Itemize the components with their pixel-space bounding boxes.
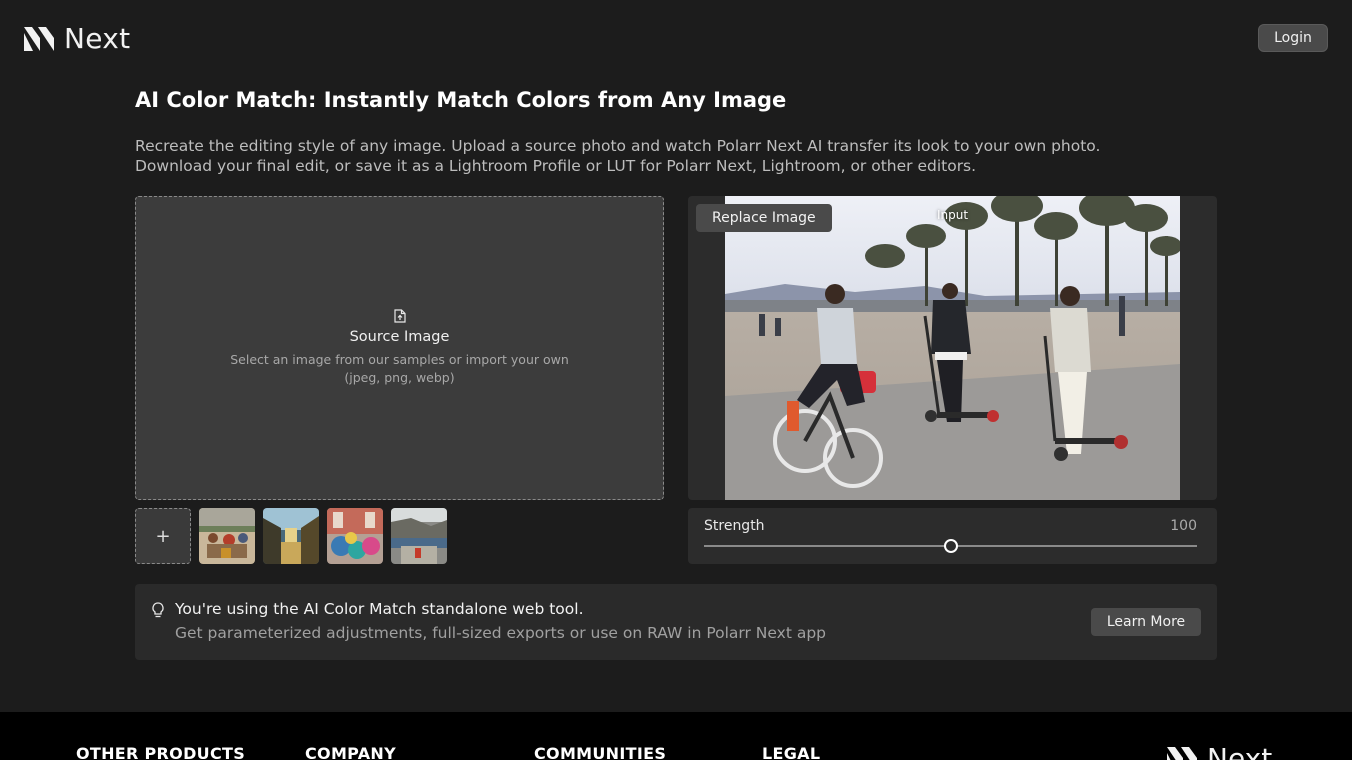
footer-heading-other-products: OTHER PRODUCTS bbox=[76, 744, 246, 760]
strength-slider-handle[interactable] bbox=[943, 539, 958, 553]
input-label: Input bbox=[937, 208, 969, 222]
strength-panel: Strength 100 bbox=[688, 508, 1217, 564]
replace-image-button[interactable]: Replace Image bbox=[696, 204, 832, 232]
preview-image bbox=[725, 196, 1180, 500]
footer-logo[interactable]: Next bbox=[1167, 742, 1272, 760]
next-logo-icon bbox=[24, 26, 54, 51]
info-title: You're using the AI Color Match standalo… bbox=[175, 600, 584, 618]
footer: OTHER PRODUCTS COMPANY COMMUNITIES LEGAL… bbox=[0, 712, 1352, 760]
learn-more-button[interactable]: Learn More bbox=[1091, 608, 1201, 636]
source-image-title: Source Image bbox=[349, 329, 450, 345]
file-upload-icon bbox=[393, 309, 406, 323]
lightbulb-icon bbox=[152, 602, 164, 618]
source-hint-line1: Select an image from our samples or impo… bbox=[230, 352, 569, 367]
login-button[interactable]: Login bbox=[1258, 24, 1328, 52]
add-source-button[interactable]: + bbox=[135, 508, 191, 564]
source-image-hint: Select an image from our samples or impo… bbox=[230, 351, 570, 387]
page-title: AI Color Match: Instantly Match Colors f… bbox=[135, 88, 787, 112]
sample-thumbnail-crowd[interactable] bbox=[199, 508, 255, 564]
footer-heading-legal: LEGAL bbox=[762, 744, 821, 760]
strength-label: Strength bbox=[704, 518, 765, 534]
logo[interactable]: Next bbox=[24, 22, 130, 55]
next-logo-icon bbox=[1167, 746, 1197, 760]
strength-value: 100 bbox=[1170, 518, 1197, 534]
source-image-dropzone[interactable]: Source Image Select an image from our sa… bbox=[135, 196, 664, 500]
sample-thumbnail-street[interactable] bbox=[263, 508, 319, 564]
logo-text: Next bbox=[64, 22, 131, 55]
info-banner: You're using the AI Color Match standalo… bbox=[135, 584, 1217, 660]
preview-panel: Replace Image Input bbox=[688, 196, 1217, 500]
page-description: Recreate the editing style of any image.… bbox=[135, 137, 1101, 175]
info-subtitle: Get parameterized adjustments, full-size… bbox=[175, 624, 827, 642]
sample-thumbnail-coast[interactable] bbox=[391, 508, 447, 564]
footer-logo-text: Next bbox=[1207, 742, 1273, 760]
footer-heading-company: COMPANY bbox=[305, 744, 396, 760]
sample-thumbnail-flowers[interactable] bbox=[327, 508, 383, 564]
footer-heading-communities: COMMUNITIES bbox=[534, 744, 667, 760]
source-hint-line2: (jpeg, png, webp) bbox=[344, 370, 455, 385]
sample-thumbnails: + bbox=[135, 508, 447, 564]
